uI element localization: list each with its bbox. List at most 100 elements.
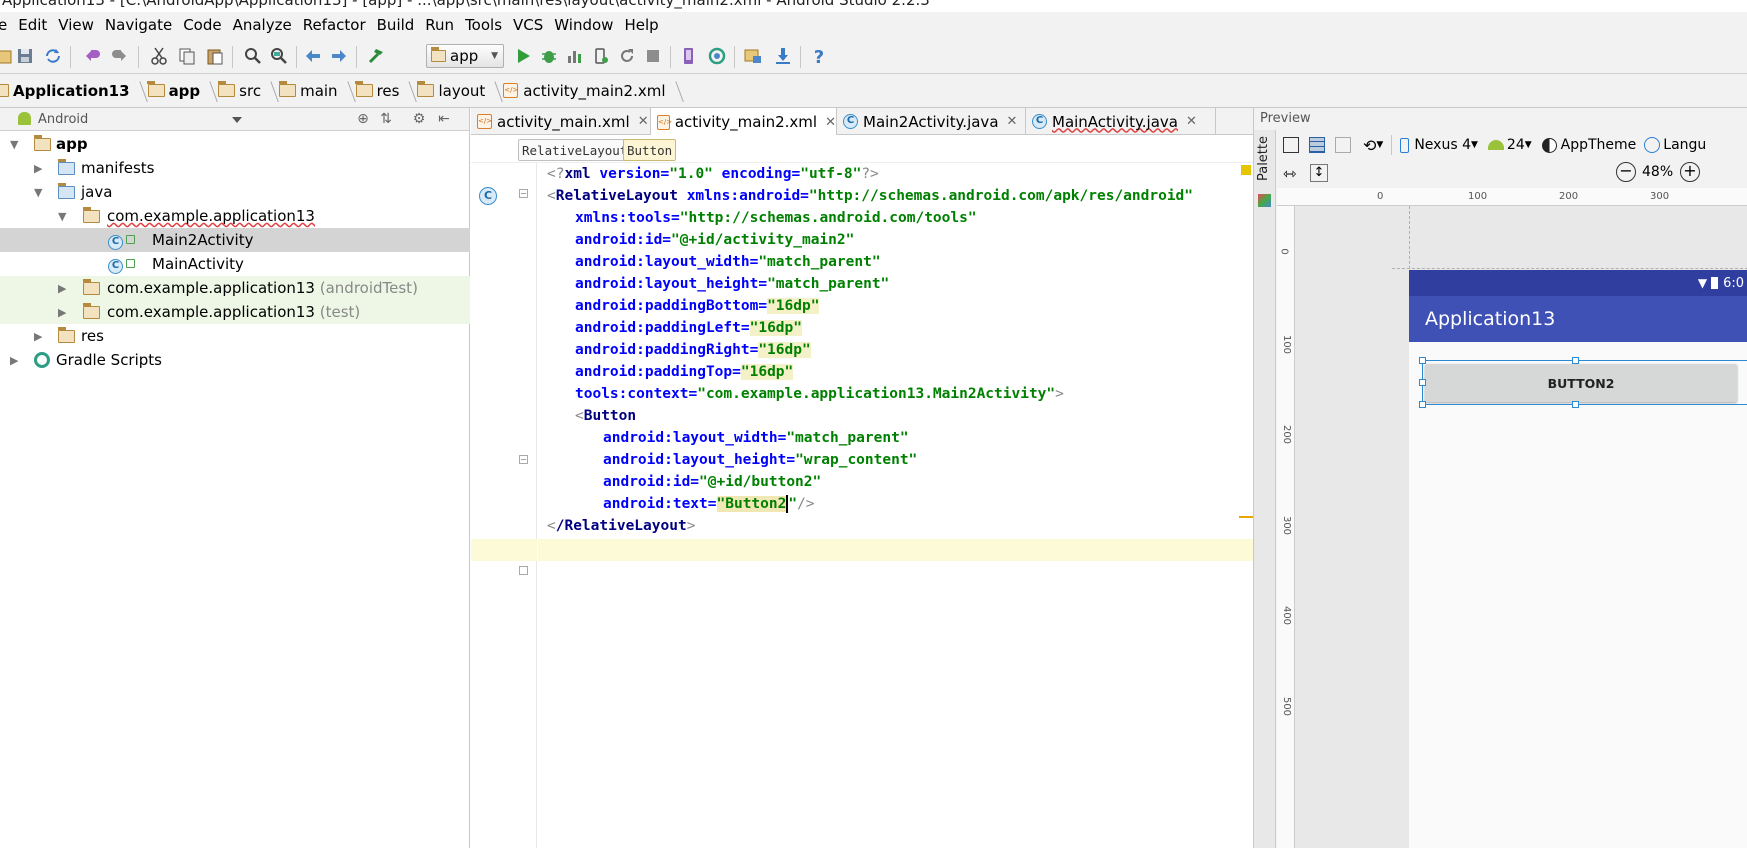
breadcrumb-project[interactable]: Application13 xyxy=(0,74,148,108)
breadcrumb-res[interactable]: res xyxy=(355,74,418,108)
sync-icon[interactable] xyxy=(42,45,64,67)
tree-item-main2activity[interactable]: C Main2Activity xyxy=(0,228,470,252)
breadcrumb-src[interactable]: src xyxy=(217,74,279,108)
language-select[interactable]: Langu xyxy=(1663,137,1706,153)
undo-icon[interactable] xyxy=(82,45,104,67)
paste-icon[interactable] xyxy=(204,45,226,67)
fit-width-icon[interactable]: ⇿ xyxy=(1283,164,1296,183)
warning-marker-icon[interactable] xyxy=(1241,165,1251,175)
tag-path-relativelayout[interactable]: RelativeLayout xyxy=(518,139,632,161)
breadcrumb-app[interactable]: app xyxy=(147,74,219,108)
collapsed-arrow-icon[interactable]: ▶ xyxy=(58,282,66,295)
device-select[interactable]: Nexus 4 xyxy=(1414,137,1471,153)
attach-icon[interactable] xyxy=(590,45,612,67)
api-level-select[interactable]: 24 xyxy=(1507,137,1525,153)
close-icon[interactable]: ✕ xyxy=(825,115,836,130)
hide-panel-icon[interactable]: ⇤ xyxy=(436,111,452,127)
breadcrumb-layout[interactable]: layout xyxy=(416,74,503,108)
cut-icon[interactable] xyxy=(148,45,170,67)
theme-select[interactable]: AppTheme xyxy=(1561,137,1637,153)
breadcrumb-file[interactable]: activity_main2.xml xyxy=(503,74,683,108)
palette-tab[interactable]: Palette xyxy=(1256,136,1271,181)
copy-icon[interactable] xyxy=(176,45,198,67)
tree-item-package[interactable]: ▼ com.example.application13 xyxy=(0,204,470,228)
resize-handle[interactable] xyxy=(1419,379,1426,386)
project-structure-icon[interactable] xyxy=(742,45,764,67)
palette-icon[interactable] xyxy=(1258,194,1271,207)
collapsed-arrow-icon[interactable]: ▶ xyxy=(58,306,66,319)
run-config-select[interactable]: app ▼ xyxy=(426,44,504,68)
open-icon[interactable] xyxy=(0,45,14,67)
settings-gear-icon[interactable]: ⚙ xyxy=(411,111,427,127)
help-icon[interactable]: ? xyxy=(808,45,830,67)
menu-refactor[interactable]: Refactor xyxy=(303,16,372,34)
design-view-icon[interactable] xyxy=(1283,137,1299,153)
resize-handle[interactable] xyxy=(1572,401,1579,408)
close-icon[interactable]: ✕ xyxy=(1007,114,1018,129)
error-stripe-marker[interactable] xyxy=(1239,516,1253,518)
back-icon[interactable] xyxy=(302,45,324,67)
orientation-icon[interactable]: ⟲ xyxy=(1363,136,1376,155)
debug-icon[interactable] xyxy=(538,45,560,67)
resize-handle[interactable] xyxy=(1419,401,1426,408)
project-view-mode[interactable]: Android xyxy=(38,112,88,127)
stop-icon[interactable] xyxy=(642,45,664,67)
make-icon[interactable] xyxy=(366,45,388,67)
menu-tools[interactable]: Tools xyxy=(465,16,508,34)
redo-icon[interactable] xyxy=(108,45,130,67)
tree-item-package-test[interactable]: ▶ com.example.application13 (test) xyxy=(0,300,470,324)
class-icon[interactable]: C xyxy=(479,187,497,205)
breadcrumb-main[interactable]: main xyxy=(278,74,355,108)
tree-item-gradle-scripts[interactable]: ▶ Gradle Scripts xyxy=(0,348,470,372)
menu-vcs[interactable]: VCS xyxy=(513,16,549,34)
expanded-arrow-icon[interactable]: ▼ xyxy=(34,186,42,199)
menu-view[interactable]: View xyxy=(58,16,100,34)
tree-item-res[interactable]: ▶ res xyxy=(0,324,470,348)
menu-navigate[interactable]: Navigate xyxy=(105,16,178,34)
tab-mainactivity-java[interactable]: C MainActivity.java ✕ xyxy=(1026,108,1216,135)
avd-manager-icon[interactable] xyxy=(678,45,700,67)
collapsed-arrow-icon[interactable]: ▶ xyxy=(10,354,18,367)
blueprint-view-icon[interactable] xyxy=(1309,137,1325,153)
menu-build[interactable]: Build xyxy=(377,16,421,34)
tab-main2activity-java[interactable]: C Main2Activity.java ✕ xyxy=(837,108,1026,135)
tree-item-manifests[interactable]: ▶ manifests xyxy=(0,156,470,180)
menu-analyze[interactable]: Analyze xyxy=(233,16,298,34)
zoom-in-icon[interactable]: + xyxy=(1680,162,1700,182)
collapsed-arrow-icon[interactable]: ▶ xyxy=(34,162,42,175)
sdk-manager-icon[interactable] xyxy=(706,45,728,67)
profile-icon[interactable] xyxy=(564,45,586,67)
tab-activity-main-xml[interactable]: activity_main.xml ✕ xyxy=(471,108,651,135)
menu-run[interactable]: Run xyxy=(425,16,460,34)
replace-icon[interactable] xyxy=(268,45,290,67)
run-icon[interactable] xyxy=(512,45,534,67)
menu-window[interactable]: Window xyxy=(554,16,619,34)
tree-item-package-androidtest[interactable]: ▶ com.example.application13 (androidTest… xyxy=(0,276,470,300)
expanded-arrow-icon[interactable]: ▼ xyxy=(58,210,66,223)
fold-icon[interactable] xyxy=(519,566,528,575)
code-editor[interactable]: <?xml version="1.0" encoding="utf-8"?> <… xyxy=(538,163,1253,848)
expanded-arrow-icon[interactable]: ▼ xyxy=(10,138,18,151)
resize-handle[interactable] xyxy=(1572,357,1579,364)
fold-icon[interactable]: − xyxy=(519,455,528,464)
fit-height-icon[interactable]: ↕ xyxy=(1310,164,1328,182)
tree-item-app[interactable]: ▼ app xyxy=(0,132,470,156)
find-icon[interactable] xyxy=(242,45,264,67)
menu-edit[interactable]: Edit xyxy=(18,16,53,34)
close-icon[interactable]: ✕ xyxy=(638,114,649,129)
save-icon[interactable] xyxy=(14,45,36,67)
scroll-from-source-icon[interactable]: ⊕ xyxy=(355,111,371,127)
fold-icon[interactable]: − xyxy=(519,189,528,198)
tag-path-button[interactable]: Button xyxy=(623,139,677,161)
both-views-icon[interactable] xyxy=(1335,137,1351,153)
design-canvas[interactable]: 0 100 200 300 0 100 200 300 400 500 ▼ 6:… xyxy=(1277,188,1747,848)
close-icon[interactable]: ✕ xyxy=(1186,114,1197,129)
menu-help[interactable]: Help xyxy=(624,16,664,34)
tree-item-mainactivity[interactable]: C MainActivity xyxy=(0,252,470,276)
zoom-out-icon[interactable]: − xyxy=(1616,162,1636,182)
menu-file[interactable]: e xyxy=(0,16,13,34)
forward-icon[interactable] xyxy=(328,45,350,67)
download-icon[interactable] xyxy=(772,45,794,67)
menu-code[interactable]: Code xyxy=(183,16,227,34)
chevron-down-icon[interactable] xyxy=(232,117,242,123)
